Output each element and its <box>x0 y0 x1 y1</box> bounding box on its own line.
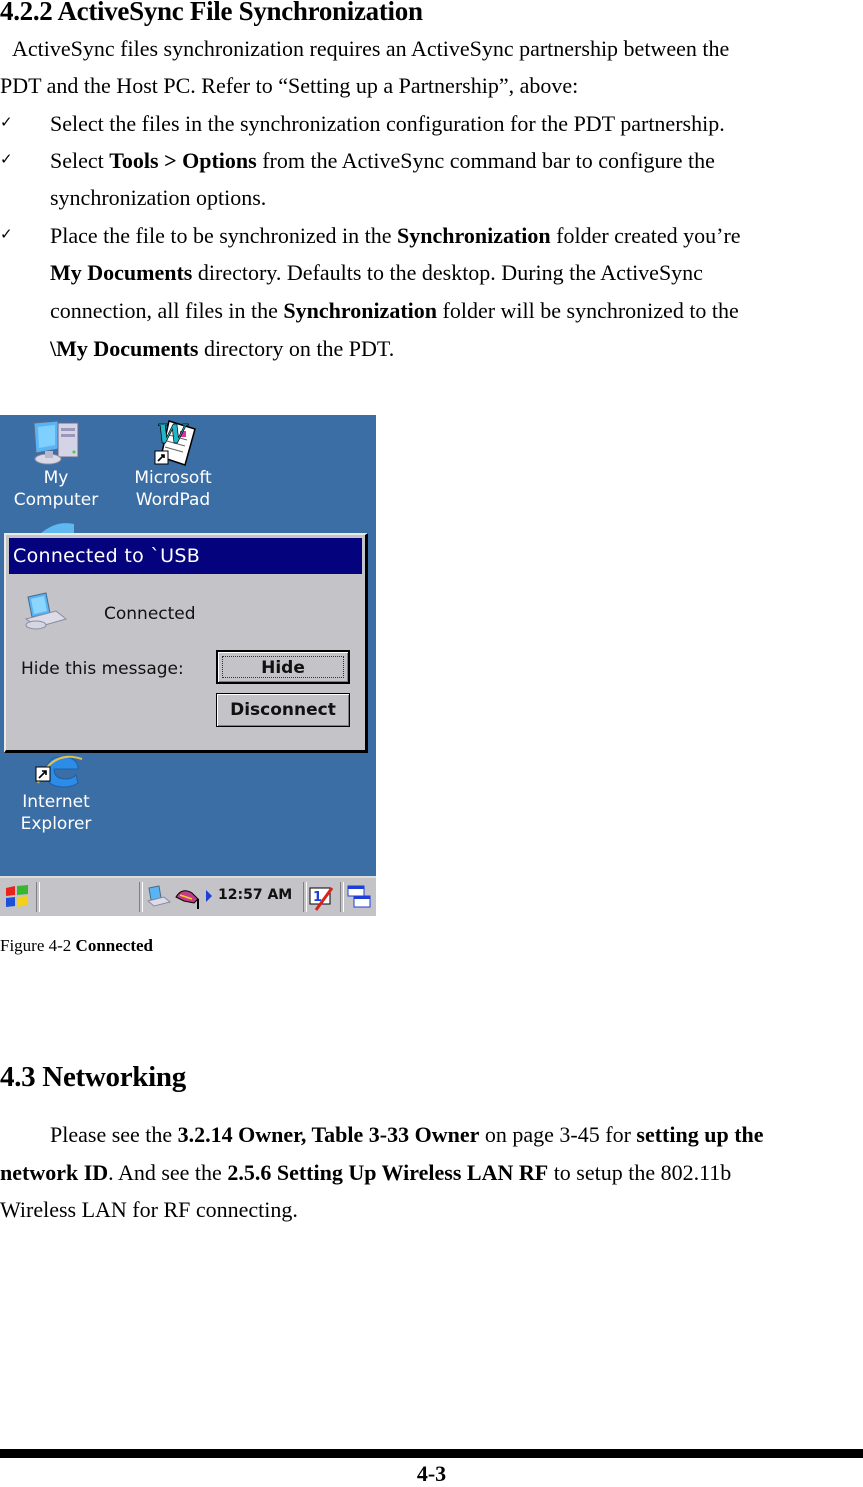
input-panel-icon[interactable]: 1 <box>308 884 334 912</box>
text-run: folder created you’re <box>550 223 741 248</box>
text-run: Select the files in the synchronization … <box>50 111 725 136</box>
text-run: synchronization options. <box>50 185 267 210</box>
taskbar-separator <box>36 882 40 912</box>
bold-text: Synchronization <box>397 223 551 248</box>
label-line: Computer <box>13 490 99 510</box>
taskbar: 12:57 AM 1 <box>0 876 376 916</box>
my-computer-icon <box>32 419 80 467</box>
bullet-item: ✓ Select the files in the synchronizatio… <box>0 105 863 142</box>
bold-text: 2.5.6 Setting Up Wireless LAN RF <box>227 1160 549 1185</box>
connection-laptop-icon <box>22 591 68 631</box>
bullet-line: My Documents directory. Defaults to the … <box>50 254 703 291</box>
windows-logo-icon <box>6 885 28 907</box>
caption-prefix: Figure 4-2 <box>0 936 76 955</box>
text-run: on page 3-45 for <box>479 1122 637 1147</box>
text-run: directory. Defaults to the desktop. Duri… <box>192 260 703 285</box>
switch-windows-icon[interactable] <box>346 884 372 910</box>
bold-text: My Documents <box>50 260 193 285</box>
hide-message-label: Hide this message: <box>21 659 184 679</box>
desktop-icon-label: Microsoft WordPad <box>118 467 228 511</box>
taskbar-separator <box>340 882 344 912</box>
intro-line-2: PDT and the Host PC. Refer to “Setting u… <box>0 73 579 98</box>
figure-caption: Figure 4-2 Connected <box>0 936 153 956</box>
networking-line: network ID. And see the 2.5.6 Setting Up… <box>0 1154 731 1191</box>
taskbar-clock[interactable]: 12:57 AM <box>218 887 292 903</box>
bold-text: Synchronization <box>283 298 437 323</box>
text-run: Place the file to be synchronized in the <box>50 223 397 248</box>
bullet-line: connection, all files in the Synchroniza… <box>50 292 739 329</box>
disconnect-button[interactable]: Disconnect <box>216 693 350 727</box>
start-button[interactable] <box>4 884 30 910</box>
section-heading-4-3: 4.3 Networking <box>0 1061 186 1093</box>
text-run: connection, all files in the <box>50 298 284 323</box>
section-heading-4-2-2: 4.2.2 ActiveSync File Synchronization <box>0 0 423 26</box>
focus-indicator <box>222 656 344 678</box>
bullet-line: Place the file to be synchronized in the… <box>50 217 741 254</box>
footer-rule <box>0 1449 863 1458</box>
desktop-icon-label: My Computer <box>1 467 111 511</box>
activesync-icon-partial <box>38 519 76 534</box>
label-line: Internet <box>22 792 90 812</box>
connection-tray-icon[interactable] <box>146 884 172 910</box>
device-screenshot: My Computer W Microsoft WordPad Connecte… <box>0 415 376 916</box>
bullet-item: ✓ Place the file to be synchronized in t… <box>0 217 863 367</box>
text-run: Please see the <box>50 1122 178 1147</box>
tray-expand-arrow-icon[interactable] <box>206 890 212 902</box>
checkmark-icon: ✓ <box>0 227 13 243</box>
label-line: Microsoft <box>134 468 212 488</box>
bullet-item: ✓ Select Tools > Options from the Active… <box>0 142 863 216</box>
text-run: to setup the 802.11b <box>548 1160 732 1185</box>
intro-line-1: ActiveSync files synchronization require… <box>12 36 730 61</box>
text-run: directory on the PDT. <box>198 336 395 361</box>
text-run: Wireless LAN for RF connecting. <box>0 1197 298 1222</box>
bold-text: \My Documents <box>50 336 199 361</box>
text-run: . And see the <box>108 1160 228 1185</box>
bullet-list: ✓ Select the files in the synchronizatio… <box>0 105 863 375</box>
wordpad-icon: W <box>149 419 197 467</box>
label-line: Explorer <box>20 814 92 834</box>
caption-title: Connected <box>75 936 153 955</box>
desktop-icon-label: Internet Explorer <box>1 791 111 835</box>
desktop-icon-wordpad[interactable]: W Microsoft WordPad <box>118 419 228 511</box>
networking-line: Please see the 3.2.14 Owner, Table 3-33 … <box>50 1116 764 1153</box>
internet-explorer-icon <box>32 755 83 791</box>
label-line: My <box>43 468 69 488</box>
bold-text: setting up the <box>636 1122 764 1147</box>
bullet-line: synchronization options. <box>50 179 266 216</box>
taskbar-separator <box>303 882 307 912</box>
taskbar-separator <box>139 882 143 912</box>
desktop-icon-my-computer[interactable]: My Computer <box>1 419 111 511</box>
bullet-line: Select Tools > Options from the ActiveSy… <box>50 142 715 179</box>
page-number: 4-3 <box>416 1461 447 1486</box>
text-run: from the ActiveSync command bar to confi… <box>256 148 715 173</box>
bullet-line: Select the files in the synchronization … <box>50 105 725 142</box>
connection-status: Connected <box>104 604 196 624</box>
text-run: folder will be synchronized to the <box>437 298 739 323</box>
desktop-icon-internet-explorer[interactable]: Internet Explorer <box>1 755 111 835</box>
networking-line: Wireless LAN for RF connecting. <box>0 1191 298 1228</box>
bold-text: network ID <box>0 1160 109 1185</box>
bold-text: 3.2.14 Owner, Table 3-33 Owner <box>177 1122 480 1147</box>
dialog-title: Connected to `USB <box>9 538 362 574</box>
hide-button[interactable]: Hide <box>216 650 350 684</box>
svg-text:W: W <box>157 420 189 450</box>
connected-dialog: Connected to `USB Connected Hide this me… <box>4 533 368 753</box>
checkmark-icon: ✓ <box>0 152 13 168</box>
bullet-line: \My Documents directory on the PDT. <box>50 330 394 367</box>
bold-text: Tools > Options <box>109 148 257 173</box>
activesync-tray-icon[interactable] <box>174 885 204 911</box>
text-run: Select <box>50 148 110 173</box>
checkmark-icon: ✓ <box>0 115 13 131</box>
label-line: WordPad <box>135 490 211 510</box>
